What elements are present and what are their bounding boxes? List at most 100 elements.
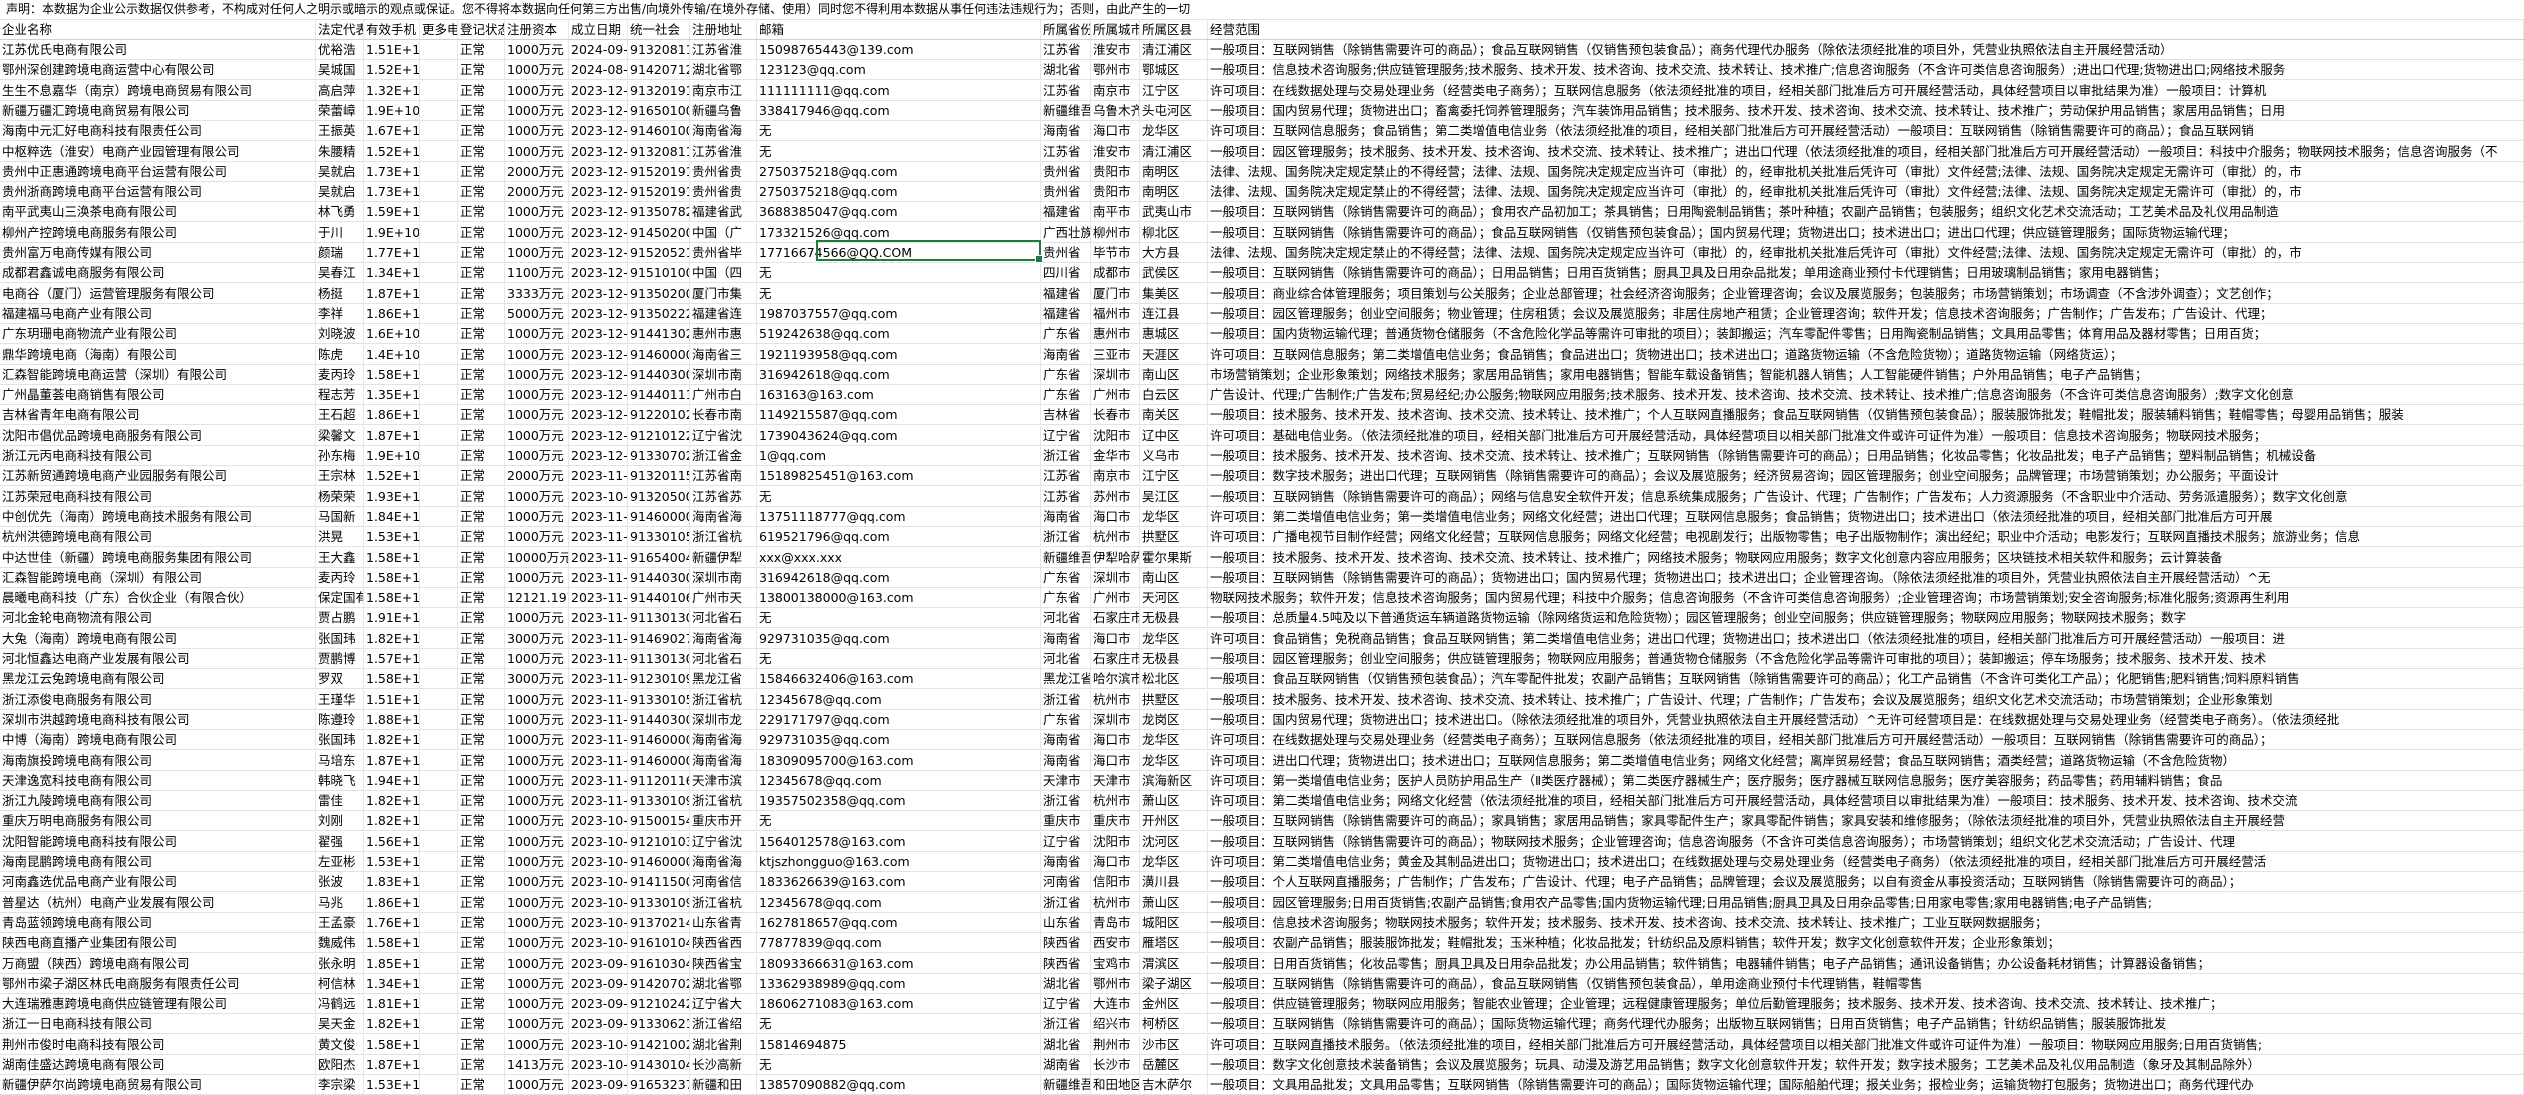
cell-reg-capital[interactable]: 1000万元 xyxy=(505,364,569,384)
table-row[interactable]: 万商盟（陕西）跨境电商有限公司张永明1.85E+10 正常1000万元2023-0… xyxy=(0,953,2524,974)
cell-status[interactable]: 正常 xyxy=(458,892,505,912)
cell-company-name[interactable]: 新疆万疆汇跨境电商贸易有限公司 xyxy=(0,100,316,120)
cell-company-name[interactable]: 中枢粹选（淮安）电商产业园管理有限公司 xyxy=(0,141,316,161)
table-row[interactable]: 汇森智能跨境电商运营（深圳）有限公司麦丙玲1.58E+10 正常1000万元202… xyxy=(0,364,2524,385)
cell-reg-address[interactable]: 海南省海 xyxy=(690,852,757,871)
cell-company-name[interactable]: 大兔（海南）跨境电商有限公司 xyxy=(0,628,316,648)
cell-company-name[interactable]: 大连瑞雅惠跨境电商供应链管理有限公司 xyxy=(0,994,316,1014)
cell-province[interactable]: 海南省 xyxy=(1041,344,1091,364)
cell-reg-capital[interactable]: 5000万元 xyxy=(505,303,569,323)
cell-district[interactable]: 鄂城区 xyxy=(1140,60,1208,80)
cell-email[interactable]: 无 xyxy=(757,1014,1041,1034)
cell-city[interactable]: 长沙市 xyxy=(1091,1055,1140,1074)
table-row[interactable]: 江苏优氏电商有限公司优裕浩1.51E+10 正常1000万元2024-09-191… xyxy=(0,40,2524,60)
cell-province[interactable]: 贵州省 xyxy=(1041,243,1091,262)
cell-city[interactable]: 鄂州市 xyxy=(1091,60,1140,80)
cell-company-name[interactable]: 中博（海南）跨境电商有限公司 xyxy=(0,730,316,750)
cell-legal-rep[interactable]: 张永明 xyxy=(316,953,364,973)
cell-province[interactable]: 广东省 xyxy=(1041,364,1091,384)
cell-more-phone[interactable] xyxy=(420,791,458,811)
cell-district[interactable]: 沙市区 xyxy=(1140,1034,1208,1054)
cell-company-name[interactable]: 生生不息嘉华（南京）跨境电商贸易有限公司 xyxy=(0,80,316,100)
cell-reg-capital[interactable]: 1000万元 xyxy=(505,933,569,953)
cell-status[interactable]: 正常 xyxy=(458,80,505,100)
cell-mobile[interactable]: 1.9E+10 xyxy=(364,222,420,242)
cell-more-phone[interactable] xyxy=(420,831,458,851)
cell-business-scope[interactable]: 许可项目：在线数据处理与交易处理业务（经营类电子商务）；互联网信息服务（依法须经… xyxy=(1208,80,2524,100)
cell-reg-capital[interactable]: 1000万元 xyxy=(505,1034,569,1054)
cell-mobile[interactable]: 1.86E+10 xyxy=(364,405,420,425)
cell-district[interactable]: 清江浦区 xyxy=(1140,40,1208,59)
cell-reg-capital[interactable]: 1000万元 xyxy=(505,100,569,120)
cell-founded-date[interactable]: 2023-10-2 xyxy=(569,933,628,953)
cell-reg-capital[interactable]: 1000万元 xyxy=(505,527,569,547)
cell-business-scope[interactable]: 一般项目：国内贸易代理；货物进出口；技术进出口。（除依法须经批准的项目外，凭营业… xyxy=(1208,709,2524,729)
cell-business-scope[interactable]: 一般项目：食品互联网销售（仅销售预包装食品）；汽车零配件批发；农副产品销售；互联… xyxy=(1208,669,2524,689)
cell-city[interactable]: 乌鲁木齐 xyxy=(1091,100,1140,120)
cell-province[interactable]: 贵州省 xyxy=(1041,182,1091,202)
cell-reg-address[interactable]: 江苏省南 xyxy=(690,466,757,486)
cell-company-name[interactable]: 海南中元汇好电商科技有限责任公司 xyxy=(0,121,316,141)
cell-mobile[interactable]: 1.51E+10 xyxy=(364,689,420,709)
col-header-company-name[interactable]: 企业名称 xyxy=(0,20,316,39)
cell-district[interactable]: 清江浦区 xyxy=(1140,141,1208,161)
cell-mobile[interactable]: 1.82E+10 xyxy=(364,1014,420,1034)
cell-company-name[interactable]: 河北恒鑫达电商产业发展有限公司 xyxy=(0,649,316,668)
cell-credit-code[interactable]: 914413027 xyxy=(628,324,690,344)
cell-email[interactable]: ktjszhongguo@163.com xyxy=(757,852,1041,871)
cell-email[interactable]: 18606271083@163.com xyxy=(757,994,1041,1014)
cell-email[interactable]: 929731035@qq.com xyxy=(757,730,1041,750)
cell-reg-capital[interactable]: 1000万元 xyxy=(505,689,569,709)
cell-status[interactable]: 正常 xyxy=(458,852,505,871)
cell-business-scope[interactable]: 一般项目：互联网销售（除销售需要许可的商品）；食品互联网销售（仅销售预包装食品）… xyxy=(1208,40,2524,59)
cell-province[interactable]: 浙江省 xyxy=(1041,892,1091,912)
cell-reg-address[interactable]: 黑龙江省 xyxy=(690,669,757,689)
cell-legal-rep[interactable]: 李宗梁 xyxy=(316,1075,364,1095)
cell-district[interactable]: 南明区 xyxy=(1140,182,1208,202)
cell-status[interactable]: 正常 xyxy=(458,872,505,892)
cell-mobile[interactable]: 1.82E+10 xyxy=(364,791,420,811)
cell-business-scope[interactable]: 一般项目：数字技术服务；进出口代理；互联网销售（除销售需要许可的商品）；会议及展… xyxy=(1208,466,2524,486)
cell-district[interactable]: 南山区 xyxy=(1140,567,1208,587)
cell-status[interactable]: 正常 xyxy=(458,182,505,202)
cell-credit-code[interactable]: 913307027 xyxy=(628,446,690,465)
cell-reg-capital[interactable]: 1000万元 xyxy=(505,953,569,973)
cell-district[interactable]: 雁塔区 xyxy=(1140,933,1208,953)
cell-company-name[interactable]: 新疆伊萨尔尚跨境电商贸易有限公司 xyxy=(0,1075,316,1095)
cell-credit-code[interactable]: 916101047 xyxy=(628,933,690,953)
cell-district[interactable]: 柯桥区 xyxy=(1140,1014,1208,1034)
cell-district[interactable]: 霍尔果斯 xyxy=(1140,547,1208,567)
table-row[interactable]: 沈阳市倡优品跨境电商服务有限公司梁馨文1.87E+10 正常1000万元2023-… xyxy=(0,425,2524,446)
cell-status[interactable]: 正常 xyxy=(458,364,505,384)
cell-reg-capital[interactable]: 10000万元 xyxy=(505,547,569,567)
table-row[interactable]: 汇森智能跨境电商（深圳）有限公司麦丙玲1.58E+10 正常1000万元2023-… xyxy=(0,567,2524,588)
cell-company-name[interactable]: 鄂州市梁子湖区林氏电商服务有限责任公司 xyxy=(0,973,316,993)
cell-reg-address[interactable]: 陕西省西 xyxy=(690,933,757,953)
cell-more-phone[interactable] xyxy=(420,811,458,831)
cell-mobile[interactable]: 1.9E+10 xyxy=(364,100,420,120)
cell-founded-date[interactable]: 2023-11-1 xyxy=(569,730,628,750)
table-row[interactable]: 贵州中正惠通跨境电商平台运营有限公司吴就启1.73E+10 正常2000万元202… xyxy=(0,161,2524,182)
cell-legal-rep[interactable]: 麦丙玲 xyxy=(316,567,364,587)
cell-legal-rep[interactable]: 王振英 xyxy=(316,121,364,141)
cell-city[interactable]: 青岛市 xyxy=(1091,912,1140,932)
cell-mobile[interactable]: 1.58E+10 xyxy=(364,547,420,567)
cell-city[interactable]: 广州市 xyxy=(1091,385,1140,405)
cell-mobile[interactable]: 1.82E+10 xyxy=(364,811,420,831)
cell-company-name[interactable]: 贵州浙商跨境电商平台运营有限公司 xyxy=(0,182,316,202)
cell-mobile[interactable]: 1.82E+10 xyxy=(364,730,420,750)
cell-mobile[interactable]: 1.87E+10 xyxy=(364,750,420,770)
cell-legal-rep[interactable]: 马兆 xyxy=(316,892,364,912)
cell-district[interactable]: 无极县 xyxy=(1140,608,1208,628)
cell-province[interactable]: 吉林省 xyxy=(1041,405,1091,425)
cell-more-phone[interactable] xyxy=(420,182,458,202)
table-row[interactable]: 青岛蓝领跨境电商有限公司王孟豪1.76E+10 正常1000万元2023-10-2… xyxy=(0,912,2524,933)
cell-company-name[interactable]: 成都君鑫诚电商服务有限公司 xyxy=(0,263,316,283)
cell-company-name[interactable]: 广东玥珊电商物流产业有限公司 xyxy=(0,324,316,344)
cell-credit-code[interactable]: 914210027 xyxy=(628,1034,690,1054)
cell-city[interactable]: 淮安市 xyxy=(1091,40,1140,59)
cell-province[interactable]: 海南省 xyxy=(1041,506,1091,526)
cell-email[interactable]: 无 xyxy=(757,811,1041,831)
cell-email[interactable]: 15846632406@163.com xyxy=(757,669,1041,689)
cell-status[interactable]: 正常 xyxy=(458,791,505,811)
